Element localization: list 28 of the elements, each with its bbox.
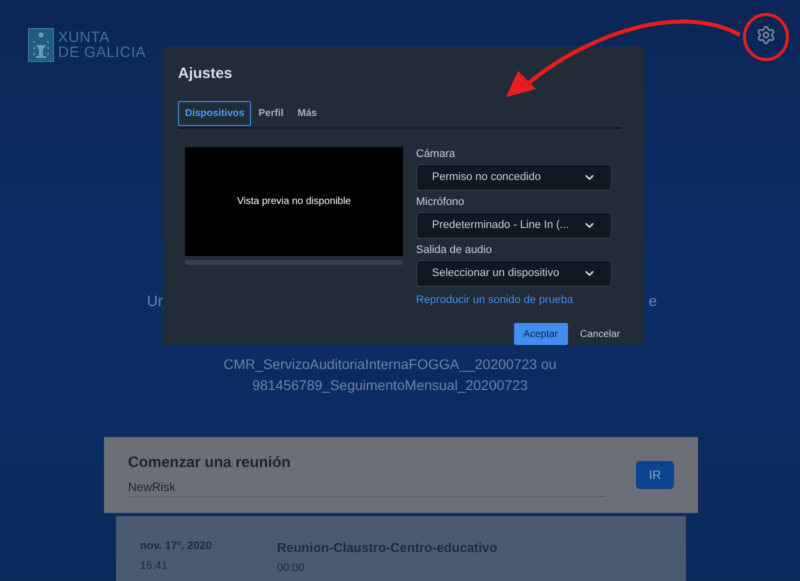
logo-text: XUNTA bbox=[58, 30, 111, 45]
tab[interactable]: Perfil bbox=[251, 100, 290, 126]
tab[interactable]: Más bbox=[290, 100, 324, 126]
meeting-duration: 00:00 bbox=[277, 561, 306, 576]
tab[interactable]: Dispositivos bbox=[178, 100, 252, 126]
cancel-button[interactable]: Cancelar bbox=[580, 326, 620, 342]
meeting-date: nov. 17º, 2020 bbox=[140, 538, 213, 554]
device-dropdown[interactable]: Seleccionar un dispositivo bbox=[416, 260, 612, 286]
settings-icon[interactable] bbox=[756, 25, 776, 45]
field-label: Cámara bbox=[416, 146, 456, 162]
preview-text: Vista previa no disponible bbox=[237, 194, 351, 208]
highlight-circle-drawing bbox=[741, 11, 791, 63]
accept-button[interactable]: Aceptar bbox=[514, 323, 568, 345]
intro-text: CMR_ServizoAuditoriaInternaFOGGA__20200723 ou bbox=[223, 354, 557, 374]
field-label: Micrófono bbox=[416, 194, 466, 210]
panel-title: Comenzar una reunión bbox=[128, 452, 292, 473]
logo-text: DE GALICIA bbox=[58, 45, 146, 60]
test-sound-link[interactable]: Reproducir un sonido de prueba bbox=[416, 292, 612, 308]
go-button[interactable]: IR bbox=[636, 460, 674, 489]
device-dropdown[interactable]: Predeterminado - Line In (... bbox=[416, 212, 612, 238]
field-label: Salida de audio bbox=[416, 242, 493, 258]
intro-text: e bbox=[648, 292, 657, 312]
meeting-time: 15:41 bbox=[140, 559, 169, 574]
meeting-name: Reunion-Claustro-Centro-educativo bbox=[277, 538, 498, 557]
coat-of-arms-icon bbox=[28, 28, 54, 62]
dialog-title: Ajustes bbox=[178, 64, 234, 84]
intro-text: 981456789_SeguimentoMensual_20200723 bbox=[252, 376, 528, 395]
device-dropdown[interactable]: Permiso no concedido bbox=[416, 164, 612, 190]
